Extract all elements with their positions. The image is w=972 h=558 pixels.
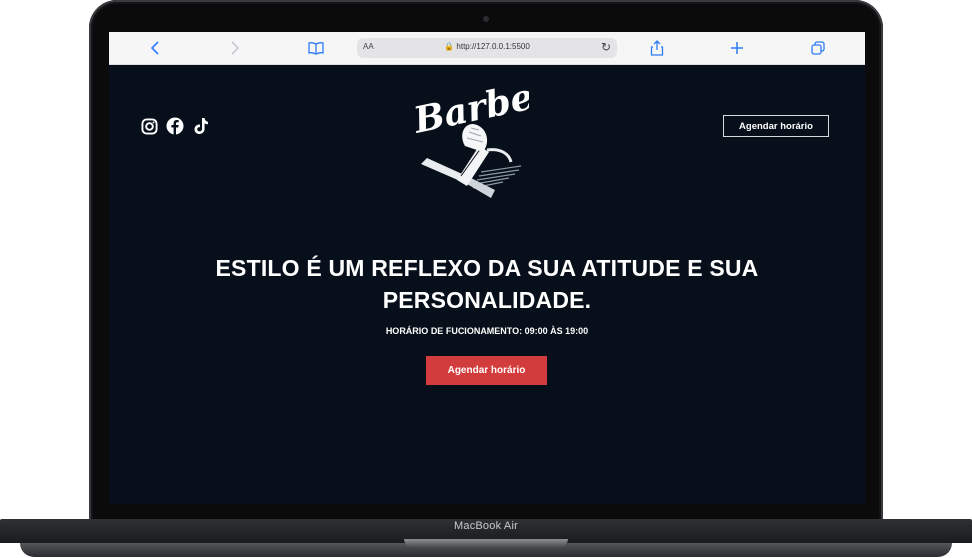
hero-headline-line-2: PERSONALIDADE.: [382, 287, 592, 313]
hero-headline-line-1: ESTILO É UM REFLEXO DA SUA ATITUDE E SUA: [215, 255, 759, 281]
lock-icon: 🔒: [444, 42, 455, 51]
facebook-icon[interactable]: [166, 117, 184, 135]
camera: [483, 16, 489, 22]
device-model-label: MacBook Air: [454, 520, 518, 532]
url-text: 🔒 http://127.0.0.1:5500: [357, 42, 617, 51]
schedule-button-header[interactable]: Agendar horário: [723, 115, 829, 137]
schedule-cta-button[interactable]: Agendar horário: [426, 356, 547, 385]
back-icon[interactable]: [145, 38, 165, 58]
new-tab-icon[interactable]: [727, 38, 747, 58]
browser-toolbar: AA 🔒 http://127.0.0.1:5500 ↻: [109, 32, 865, 65]
bookmarks-icon[interactable]: [306, 38, 326, 58]
hero-headline: ESTILO É UM REFLEXO DA SUA ATITUDE E SUA…: [109, 252, 865, 316]
instagram-icon[interactable]: [140, 117, 158, 135]
forward-icon[interactable]: [225, 38, 245, 58]
tabs-overview-icon[interactable]: [808, 38, 828, 58]
laptop-notch: [404, 539, 568, 547]
address-bar[interactable]: AA 🔒 http://127.0.0.1:5500 ↻: [357, 38, 617, 58]
barber-logo[interactable]: Barber: [409, 71, 559, 200]
share-icon[interactable]: [647, 38, 667, 58]
url-value: http://127.0.0.1:5500: [456, 42, 530, 51]
tiktok-icon[interactable]: [192, 117, 210, 135]
opening-hours: HORÁRIO DE FUCIONAMENTO: 09:00 ÀS 19:00: [385, 326, 589, 336]
browser-window: AA 🔒 http://127.0.0.1:5500 ↻ Barber Agen…: [109, 32, 865, 504]
social-links: [140, 117, 210, 135]
reload-icon[interactable]: ↻: [601, 40, 611, 54]
webpage: Barber Agendar horário ESTILO É UM REFLE…: [109, 64, 865, 504]
